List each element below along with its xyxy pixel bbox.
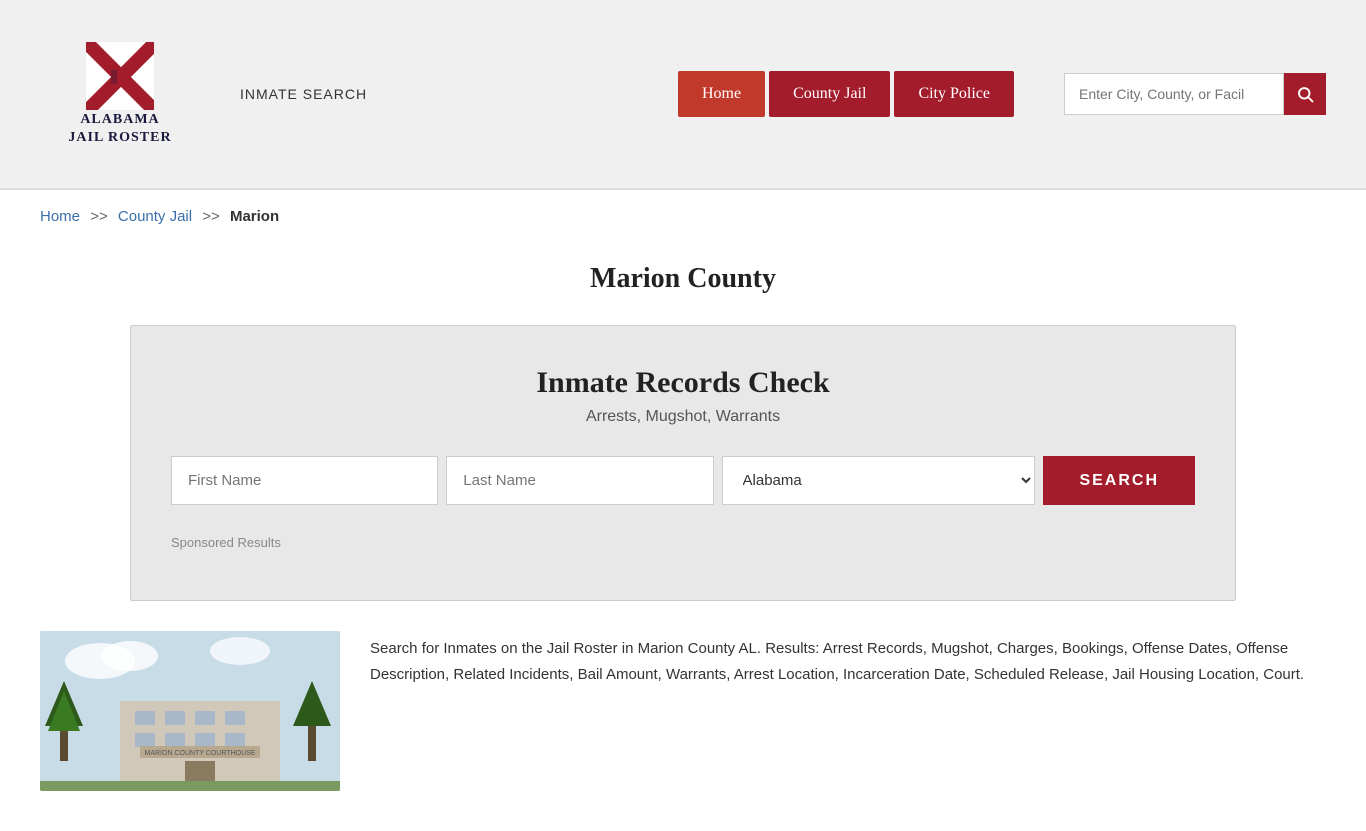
main-nav: Home County Jail City Police bbox=[678, 71, 1014, 117]
bottom-description: Search for Inmates on the Jail Roster in… bbox=[370, 631, 1326, 791]
page-title: Marion County bbox=[40, 263, 1326, 295]
breadcrumb: Home >> County Jail >> Marion bbox=[0, 190, 1366, 243]
inmate-search-form: Alabama Alaska Arizona Arkansas Californ… bbox=[171, 456, 1195, 505]
logo-area: ALABAMA JAIL ROSTER bbox=[40, 41, 200, 147]
records-check-title: Inmate Records Check bbox=[171, 366, 1195, 400]
breadcrumb-sep2: >> bbox=[202, 208, 220, 225]
county-building-image: MARION COUNTY COURTHOUSE bbox=[40, 631, 340, 791]
breadcrumb-county-jail-link[interactable]: County Jail bbox=[118, 208, 192, 225]
alabama-flag-icon bbox=[85, 41, 155, 111]
last-name-input[interactable] bbox=[446, 456, 713, 505]
logo-text: ALABAMA JAIL ROSTER bbox=[68, 111, 171, 147]
site-header: ALABAMA JAIL ROSTER INMATE SEARCH Home C… bbox=[0, 0, 1366, 190]
records-check-box: Inmate Records Check Arrests, Mugshot, W… bbox=[130, 325, 1236, 601]
header-search-button[interactable] bbox=[1284, 73, 1326, 115]
header-search-area bbox=[1064, 73, 1326, 115]
breadcrumb-sep1: >> bbox=[90, 208, 108, 225]
inmate-search-link[interactable]: INMATE SEARCH bbox=[240, 86, 367, 102]
svg-text:MARION COUNTY COURTHOUSE: MARION COUNTY COURTHOUSE bbox=[145, 750, 256, 757]
page-title-area: Marion County bbox=[0, 243, 1366, 325]
header-search-input[interactable] bbox=[1064, 73, 1284, 115]
records-check-subtitle: Arrests, Mugshot, Warrants bbox=[171, 408, 1195, 426]
nav-county-jail-button[interactable]: County Jail bbox=[769, 71, 890, 117]
inmate-search-button[interactable]: SEARCH bbox=[1043, 456, 1195, 505]
breadcrumb-home-link[interactable]: Home bbox=[40, 208, 80, 225]
breadcrumb-current: Marion bbox=[230, 208, 279, 225]
first-name-input[interactable] bbox=[171, 456, 438, 505]
bottom-section: MARION COUNTY COURTHOUSE Search for Inma… bbox=[0, 631, 1366, 831]
state-select[interactable]: Alabama Alaska Arizona Arkansas Californ… bbox=[722, 456, 1036, 505]
nav-home-button[interactable]: Home bbox=[678, 71, 765, 117]
search-icon bbox=[1296, 85, 1314, 103]
nav-city-police-button[interactable]: City Police bbox=[894, 71, 1014, 117]
sponsored-label: Sponsored Results bbox=[171, 535, 1195, 550]
